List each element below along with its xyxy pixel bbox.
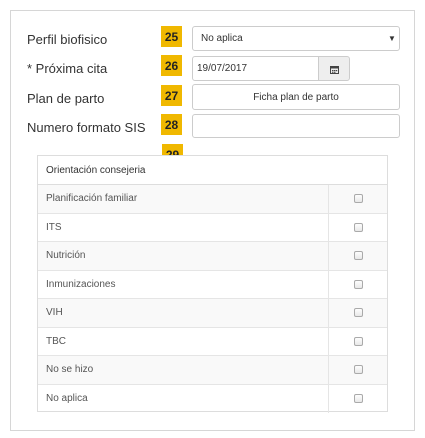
checkbox-no-aplica[interactable] [353, 394, 363, 404]
step-badge-25: 25 [161, 26, 182, 47]
checkbox-planificacion-familiar[interactable] [353, 194, 363, 204]
checkbox-vih[interactable] [353, 308, 363, 318]
checkbox-inmunizaciones[interactable] [353, 279, 363, 289]
row-label: VIH [46, 307, 63, 319]
ficha-plan-de-parto-button[interactable]: Ficha plan de parto [192, 84, 400, 110]
calendar-icon [329, 65, 339, 74]
numero-formato-sis-input[interactable] [192, 114, 400, 138]
plan-de-parto-label: Plan de parto [27, 91, 105, 106]
table-header: Orientación consejeria [38, 156, 387, 185]
row-label: ITS [46, 221, 62, 233]
step-badge-27: 27 [161, 85, 182, 106]
table-row: VIH [38, 299, 387, 328]
step-badge-28: 28 [161, 114, 182, 135]
table-header-label: Orientación consejeria [46, 164, 146, 176]
checkbox-its[interactable] [353, 222, 363, 232]
calendar-button[interactable] [318, 56, 350, 81]
perfil-biofisico-label: Perfil biofisico [27, 32, 108, 47]
caret-down-icon: ▼ [388, 34, 396, 43]
row-label: Planificación familiar [46, 193, 138, 205]
perfil-biofisico-value: No aplica [201, 33, 243, 44]
perfil-biofisico-select[interactable]: No aplica ▼ [192, 26, 400, 51]
table-row: Nutrición [38, 242, 387, 271]
checkbox-nutricion[interactable] [353, 251, 363, 261]
row-label: No aplica [46, 393, 88, 405]
row-label: No se hizo [46, 364, 94, 376]
row-label: Nutrición [46, 250, 86, 262]
table-row: No aplica [38, 384, 387, 413]
numero-formato-sis-label: Numero formato SIS [27, 120, 146, 135]
table-row: Inmunizaciones [38, 270, 387, 299]
checkbox-tbc[interactable] [353, 336, 363, 346]
orientacion-consejeria-table: Orientación consejeria Planificación fam… [37, 155, 388, 413]
checkbox-no-se-hizo[interactable] [353, 365, 363, 375]
table-row: ITS [38, 213, 387, 242]
row-label: Inmunizaciones [46, 278, 116, 290]
proxima-cita-input[interactable]: 19/07/2017 [192, 56, 319, 81]
proxima-cita-label: * Próxima cita [27, 61, 108, 76]
row-label: TBC [46, 335, 66, 347]
table-row: TBC [38, 327, 387, 356]
table-row: Planificación familiar [38, 185, 387, 214]
table-row: No se hizo [38, 356, 387, 385]
step-badge-26: 26 [161, 55, 182, 76]
